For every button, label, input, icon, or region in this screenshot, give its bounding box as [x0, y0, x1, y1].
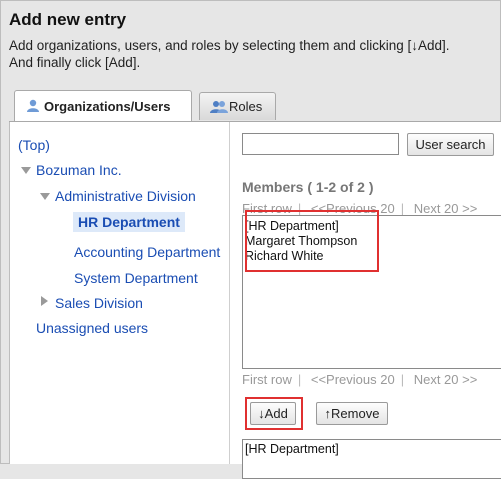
expanded-arrow-icon[interactable] [40, 193, 50, 200]
tab-bar: Organizations/Users Roles [0, 86, 501, 122]
members-pane: User search Members ( 1-2 of 2 ) First r… [240, 122, 501, 479]
user-search-input[interactable] [242, 133, 399, 155]
tree-item-hr-selected[interactable]: HR Department [73, 212, 185, 232]
list-item[interactable]: [HR Department] [243, 442, 501, 457]
highlight-box-members [245, 210, 379, 272]
pager-separator: | [400, 372, 405, 387]
page-title: Add new entry [9, 10, 127, 29]
next-page-link[interactable]: Next 20 >> [414, 372, 478, 387]
expanded-arrow-icon[interactable] [21, 167, 31, 174]
tree-item-top[interactable]: (Top) [18, 137, 50, 153]
remove-button[interactable]: ↑Remove [316, 402, 388, 425]
tab-organizations-users[interactable]: Organizations/Users [14, 90, 192, 121]
collapsed-arrow-icon[interactable] [41, 296, 48, 306]
pager-separator: | [297, 372, 302, 387]
tree-item-bozuman[interactable]: Bozuman Inc. [36, 162, 122, 178]
members-heading: Members ( 1-2 of 2 ) [242, 179, 374, 195]
pager-separator: | [400, 201, 405, 216]
previous-page-link[interactable]: <<Previous 20 [311, 372, 395, 387]
selection-panel: (Top) Bozuman Inc. Administrative Divisi… [9, 122, 501, 479]
tree-item-accounting[interactable]: Accounting Department [74, 244, 220, 260]
users-group-icon [210, 100, 228, 114]
user-search-button[interactable]: User search [407, 133, 494, 156]
tree-item-administrative[interactable]: Administrative Division [55, 188, 196, 204]
user-icon [25, 99, 41, 113]
tree-item-sales[interactable]: Sales Division [55, 295, 143, 311]
tree-item-system[interactable]: System Department [74, 270, 198, 286]
tab-label: Roles [229, 99, 263, 114]
organization-tree: (Top) Bozuman Inc. Administrative Divisi… [10, 122, 230, 464]
instruction-line-1: Add organizations, users, and roles by s… [9, 38, 450, 53]
instructions: Add organizations, users, and roles by s… [9, 37, 450, 71]
tab-label: Organizations/Users [44, 98, 171, 114]
next-page-link[interactable]: Next 20 >> [414, 201, 478, 216]
tab-roles[interactable]: Roles [199, 92, 276, 120]
selected-listbox[interactable]: [HR Department] [242, 439, 501, 479]
first-row-link[interactable]: First row [242, 372, 292, 387]
instruction-line-2: And finally click [Add]. [9, 55, 141, 70]
tree-item-unassigned[interactable]: Unassigned users [36, 320, 148, 336]
members-pager-bottom: First row | <<Previous 20 | Next 20 >> [242, 372, 483, 387]
highlight-box-add [245, 397, 303, 430]
